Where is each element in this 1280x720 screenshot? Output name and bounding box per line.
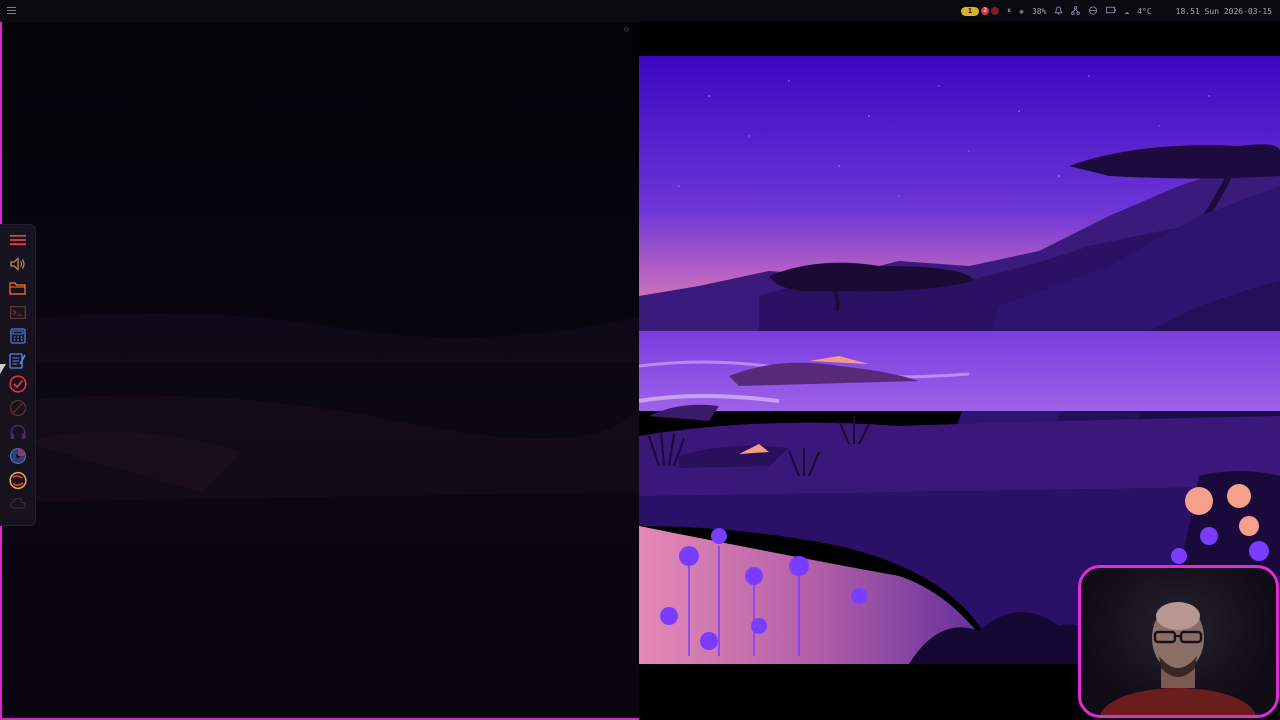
disk-icon[interactable]	[9, 447, 27, 465]
terminal-icon[interactable]	[9, 303, 27, 321]
folder-icon[interactable]	[9, 279, 27, 297]
bell-icon[interactable]	[1054, 5, 1063, 17]
menu-icon[interactable]	[6, 5, 17, 16]
battery-icon[interactable]	[1106, 6, 1117, 16]
workspace-active[interactable]: 1	[960, 6, 980, 16]
clock[interactable]: 18.51 Sun 2026-03-15	[1176, 7, 1272, 16]
volume-icon[interactable]: ◈	[1019, 7, 1024, 16]
vpn-icon[interactable]	[1088, 5, 1098, 17]
workspace-indicator: 1 2	[960, 6, 1000, 16]
browser-icon[interactable]	[8, 471, 27, 489]
pause-icon[interactable]: ⏸	[1007, 6, 1011, 16]
network-icon[interactable]	[1071, 5, 1081, 17]
hamburger-menu-icon[interactable]	[9, 231, 27, 249]
mouse-cursor	[0, 364, 6, 374]
workspace-alert[interactable]: 2	[981, 7, 990, 15]
volume-level[interactable]: 38%	[1032, 7, 1046, 16]
workspace-dot[interactable]	[991, 7, 1000, 15]
compass-icon[interactable]	[9, 399, 27, 417]
cloud-sync-icon[interactable]	[9, 495, 27, 513]
headphones-icon[interactable]	[9, 423, 27, 441]
webcam-overlay[interactable]	[1078, 565, 1279, 718]
cloud-icon: ☁	[1124, 6, 1130, 16]
system-tray: 1 2 ⏸ ◈ 38% ☁ 4°C 18.51 Sun 2026-03-15	[960, 0, 1272, 22]
top-bar: 1 2 ⏸ ◈ 38% ☁ 4°C 18.51 Sun 2026-03-15	[0, 0, 1280, 22]
dimmed-wallpaper	[2, 313, 639, 718]
notes-icon[interactable]	[9, 351, 27, 369]
todo-check-icon[interactable]	[8, 375, 27, 393]
calculator-icon[interactable]	[9, 327, 27, 345]
person-silhouette	[1100, 602, 1256, 715]
terminal-window[interactable]: ⚙	[0, 22, 641, 720]
speaker-icon[interactable]	[9, 255, 27, 273]
weather-temp[interactable]: 4°C	[1137, 7, 1151, 16]
app-dock	[0, 224, 36, 526]
